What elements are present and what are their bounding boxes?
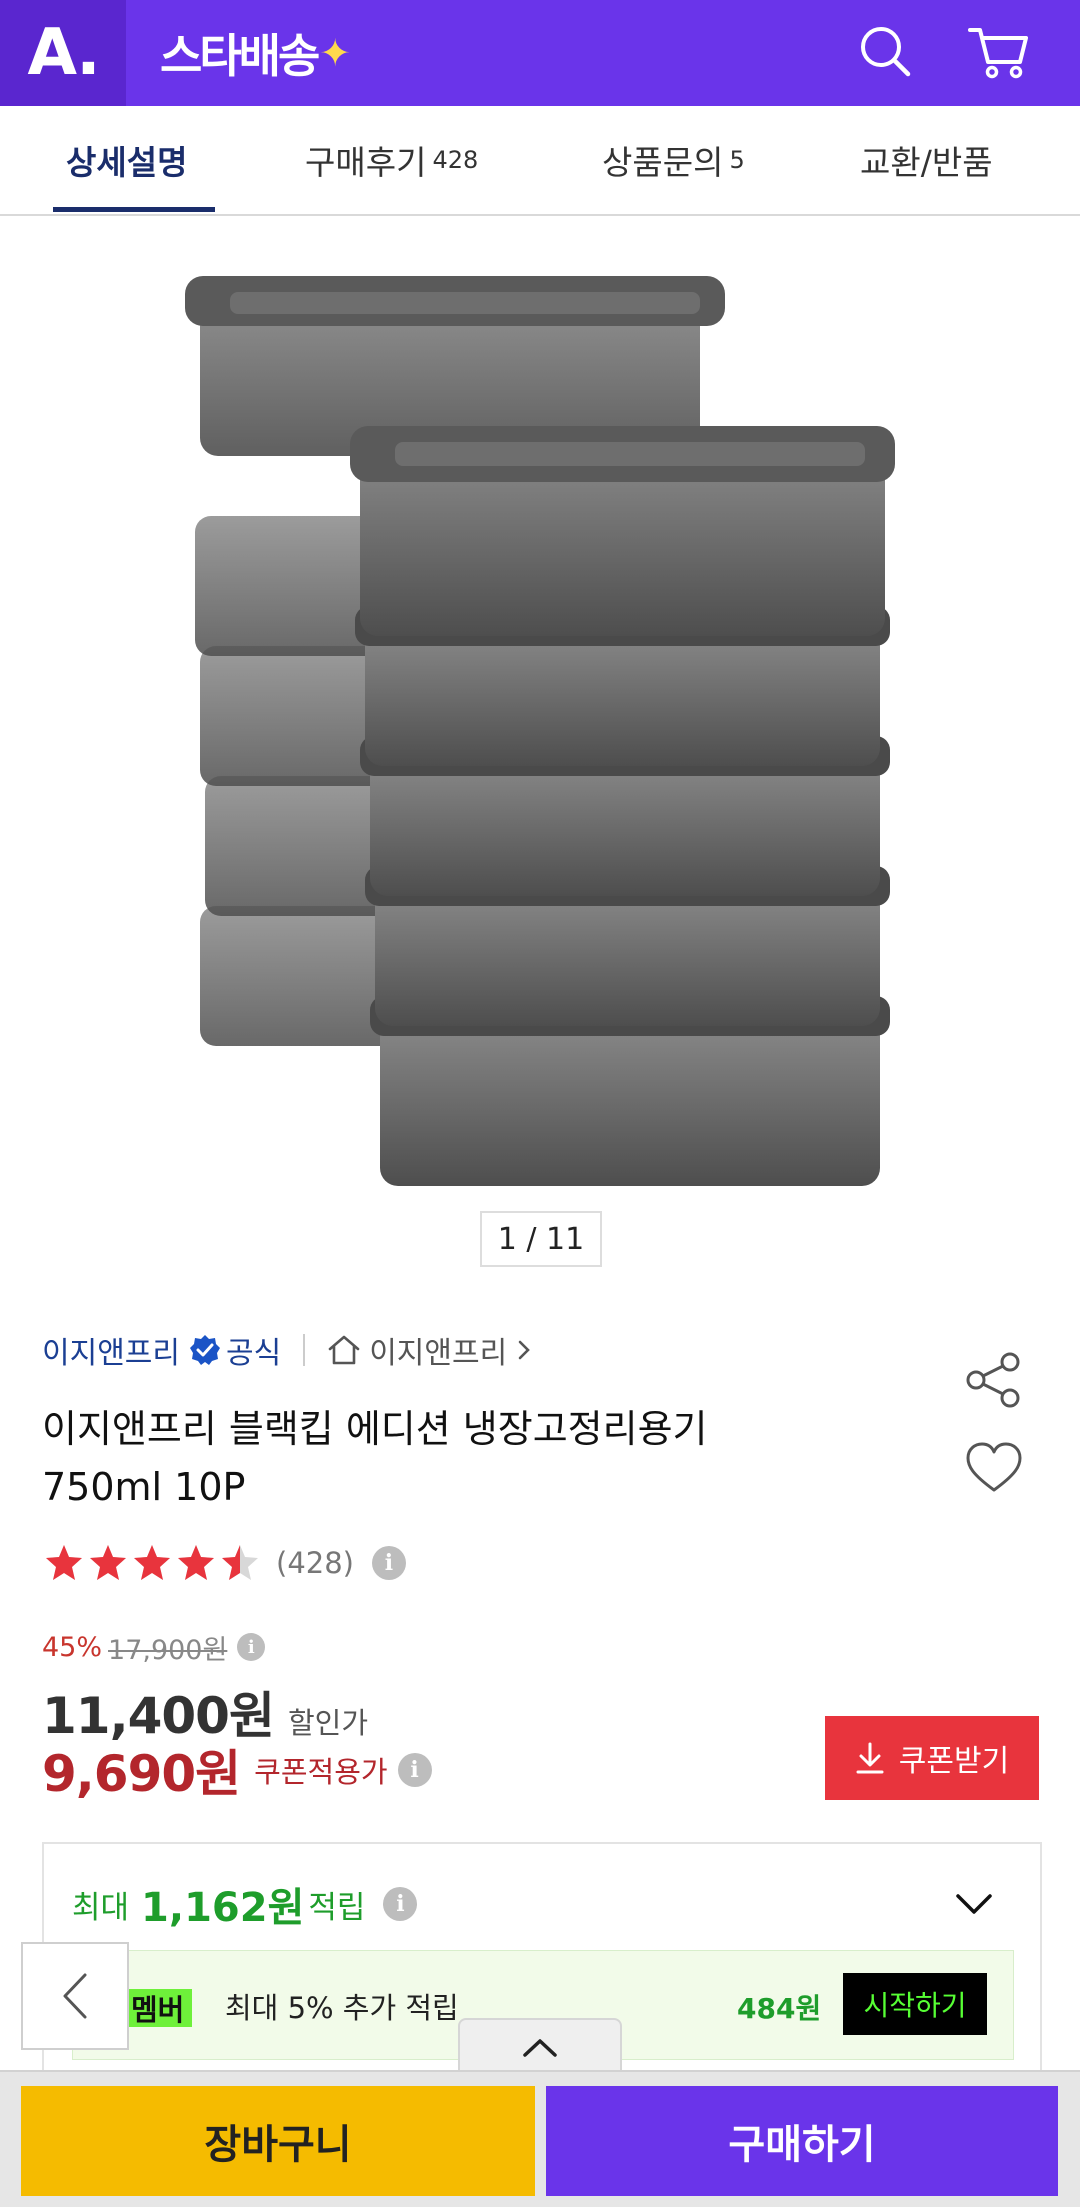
coupon-price-label: 쿠폰적용가 (254, 1755, 388, 1789)
info-icon[interactable]: i (237, 1633, 266, 1661)
sparkle-icon: ✦ (319, 31, 351, 75)
rating-count: (428) (276, 1546, 354, 1580)
brand-text: 스타배송 (160, 29, 320, 83)
seller-name[interactable]: 이지앤프리 (42, 1328, 180, 1372)
store-link-label: 이지앤프리 (369, 1336, 508, 1371)
heart-icon[interactable] (962, 1436, 1026, 1500)
tab-exchange-return[interactable]: 교환/반품 (860, 106, 993, 214)
store-link[interactable]: 이지앤프리 (327, 1328, 531, 1372)
member-badge: 멤버 (123, 1989, 193, 2027)
discount-rate: 45% (42, 1631, 103, 1663)
divider (303, 1334, 306, 1366)
get-coupon-button[interactable]: 쿠폰받기 (825, 1716, 1039, 1800)
tab-label: 교환/반품 (860, 143, 993, 182)
tab-label: 상세설명 (66, 143, 188, 182)
seller-row: 이지앤프리 공식 이지앤프리 (42, 1325, 531, 1375)
product-image-gallery[interactable] (0, 216, 1080, 1266)
star-icon (134, 1545, 170, 1580)
share-icon[interactable] (962, 1348, 1026, 1412)
tab-qna[interactable]: 상품문의 5 (602, 106, 745, 214)
search-icon[interactable] (850, 16, 922, 88)
product-title-line2: 750ml 10P (42, 1465, 246, 1509)
detail-tabs: 상세설명 구매후기 428 상품문의 5 교환/반품 (0, 106, 1080, 216)
points-prefix: 최대 (72, 1889, 130, 1926)
back-button[interactable] (21, 1942, 129, 2050)
points-suffix: 적립 (308, 1889, 366, 1926)
tab-count: 428 (432, 146, 479, 174)
tab-reviews[interactable]: 구매후기 428 (305, 106, 478, 214)
buy-now-button[interactable]: 구매하기 (546, 2086, 1058, 2196)
product-title: 이지앤프리 블랙킵 에디션 냉장고정리용기 750ml 10P (42, 1400, 902, 1516)
star-icon (90, 1545, 126, 1580)
info-icon[interactable]: i (371, 1546, 406, 1580)
sale-price-row: 11,400원 할인가 (42, 1676, 368, 1745)
cart-icon[interactable] (962, 16, 1034, 88)
original-price-row: 45% 17,900원 i (42, 1625, 266, 1669)
star-icon (222, 1545, 258, 1580)
tab-label: 상품문의 (602, 143, 724, 182)
get-coupon-label: 쿠폰받기 (898, 1744, 1010, 1779)
official-label: 공식 (226, 1336, 282, 1371)
brand-star-delivery[interactable]: 스타배송 ✦ (160, 22, 351, 84)
info-icon[interactable]: i (383, 1887, 418, 1921)
star-icon (178, 1545, 214, 1580)
member-points-amount: 484원 (737, 1992, 822, 2025)
start-membership-button[interactable]: 시작하기 (843, 1973, 987, 2035)
bottom-action-bar: 장바구니 구매하기 (0, 2070, 1080, 2207)
download-icon (855, 1741, 885, 1775)
app-logo[interactable]: A. (0, 0, 126, 106)
product-image (185, 276, 895, 1186)
verified-badge-icon (188, 1333, 222, 1367)
tab-details[interactable]: 상세설명 (66, 106, 187, 214)
original-price: 17,900원 (108, 1634, 228, 1666)
rating-row[interactable]: (428) i (42, 1538, 406, 1588)
top-header: A. 스타배송 ✦ (0, 0, 1080, 106)
points-amount: 1,162원 (141, 1885, 305, 1931)
member-promo-text: 최대 5% 추가 적립 (225, 1991, 459, 2025)
add-to-cart-button[interactable]: 장바구니 (21, 2086, 535, 2196)
product-title-line1: 이지앤프리 블랙킵 에디션 냉장고정리용기 (42, 1407, 708, 1451)
chevron-left-icon (59, 1971, 91, 2021)
image-pager: 1 / 11 (480, 1211, 602, 1267)
chevron-right-icon (517, 1339, 531, 1361)
star-icon (46, 1545, 82, 1580)
chevron-up-icon (520, 2035, 560, 2061)
max-points-row[interactable]: 최대 1,162원 적립 i (72, 1874, 418, 1934)
expand-handle[interactable] (458, 2018, 622, 2076)
active-tab-indicator (53, 207, 215, 212)
tab-count: 5 (729, 146, 745, 174)
coupon-price: 9,690원 (42, 1745, 241, 1803)
star-rating (42, 1543, 262, 1583)
home-icon (327, 1334, 361, 1366)
info-icon[interactable]: i (397, 1753, 432, 1787)
coupon-price-row: 9,690원 쿠폰적용가 i (42, 1737, 432, 1803)
tab-label: 구매후기 (305, 143, 427, 182)
sale-price-label: 할인가 (287, 1706, 368, 1740)
chevron-down-icon[interactable] (952, 1888, 996, 1920)
